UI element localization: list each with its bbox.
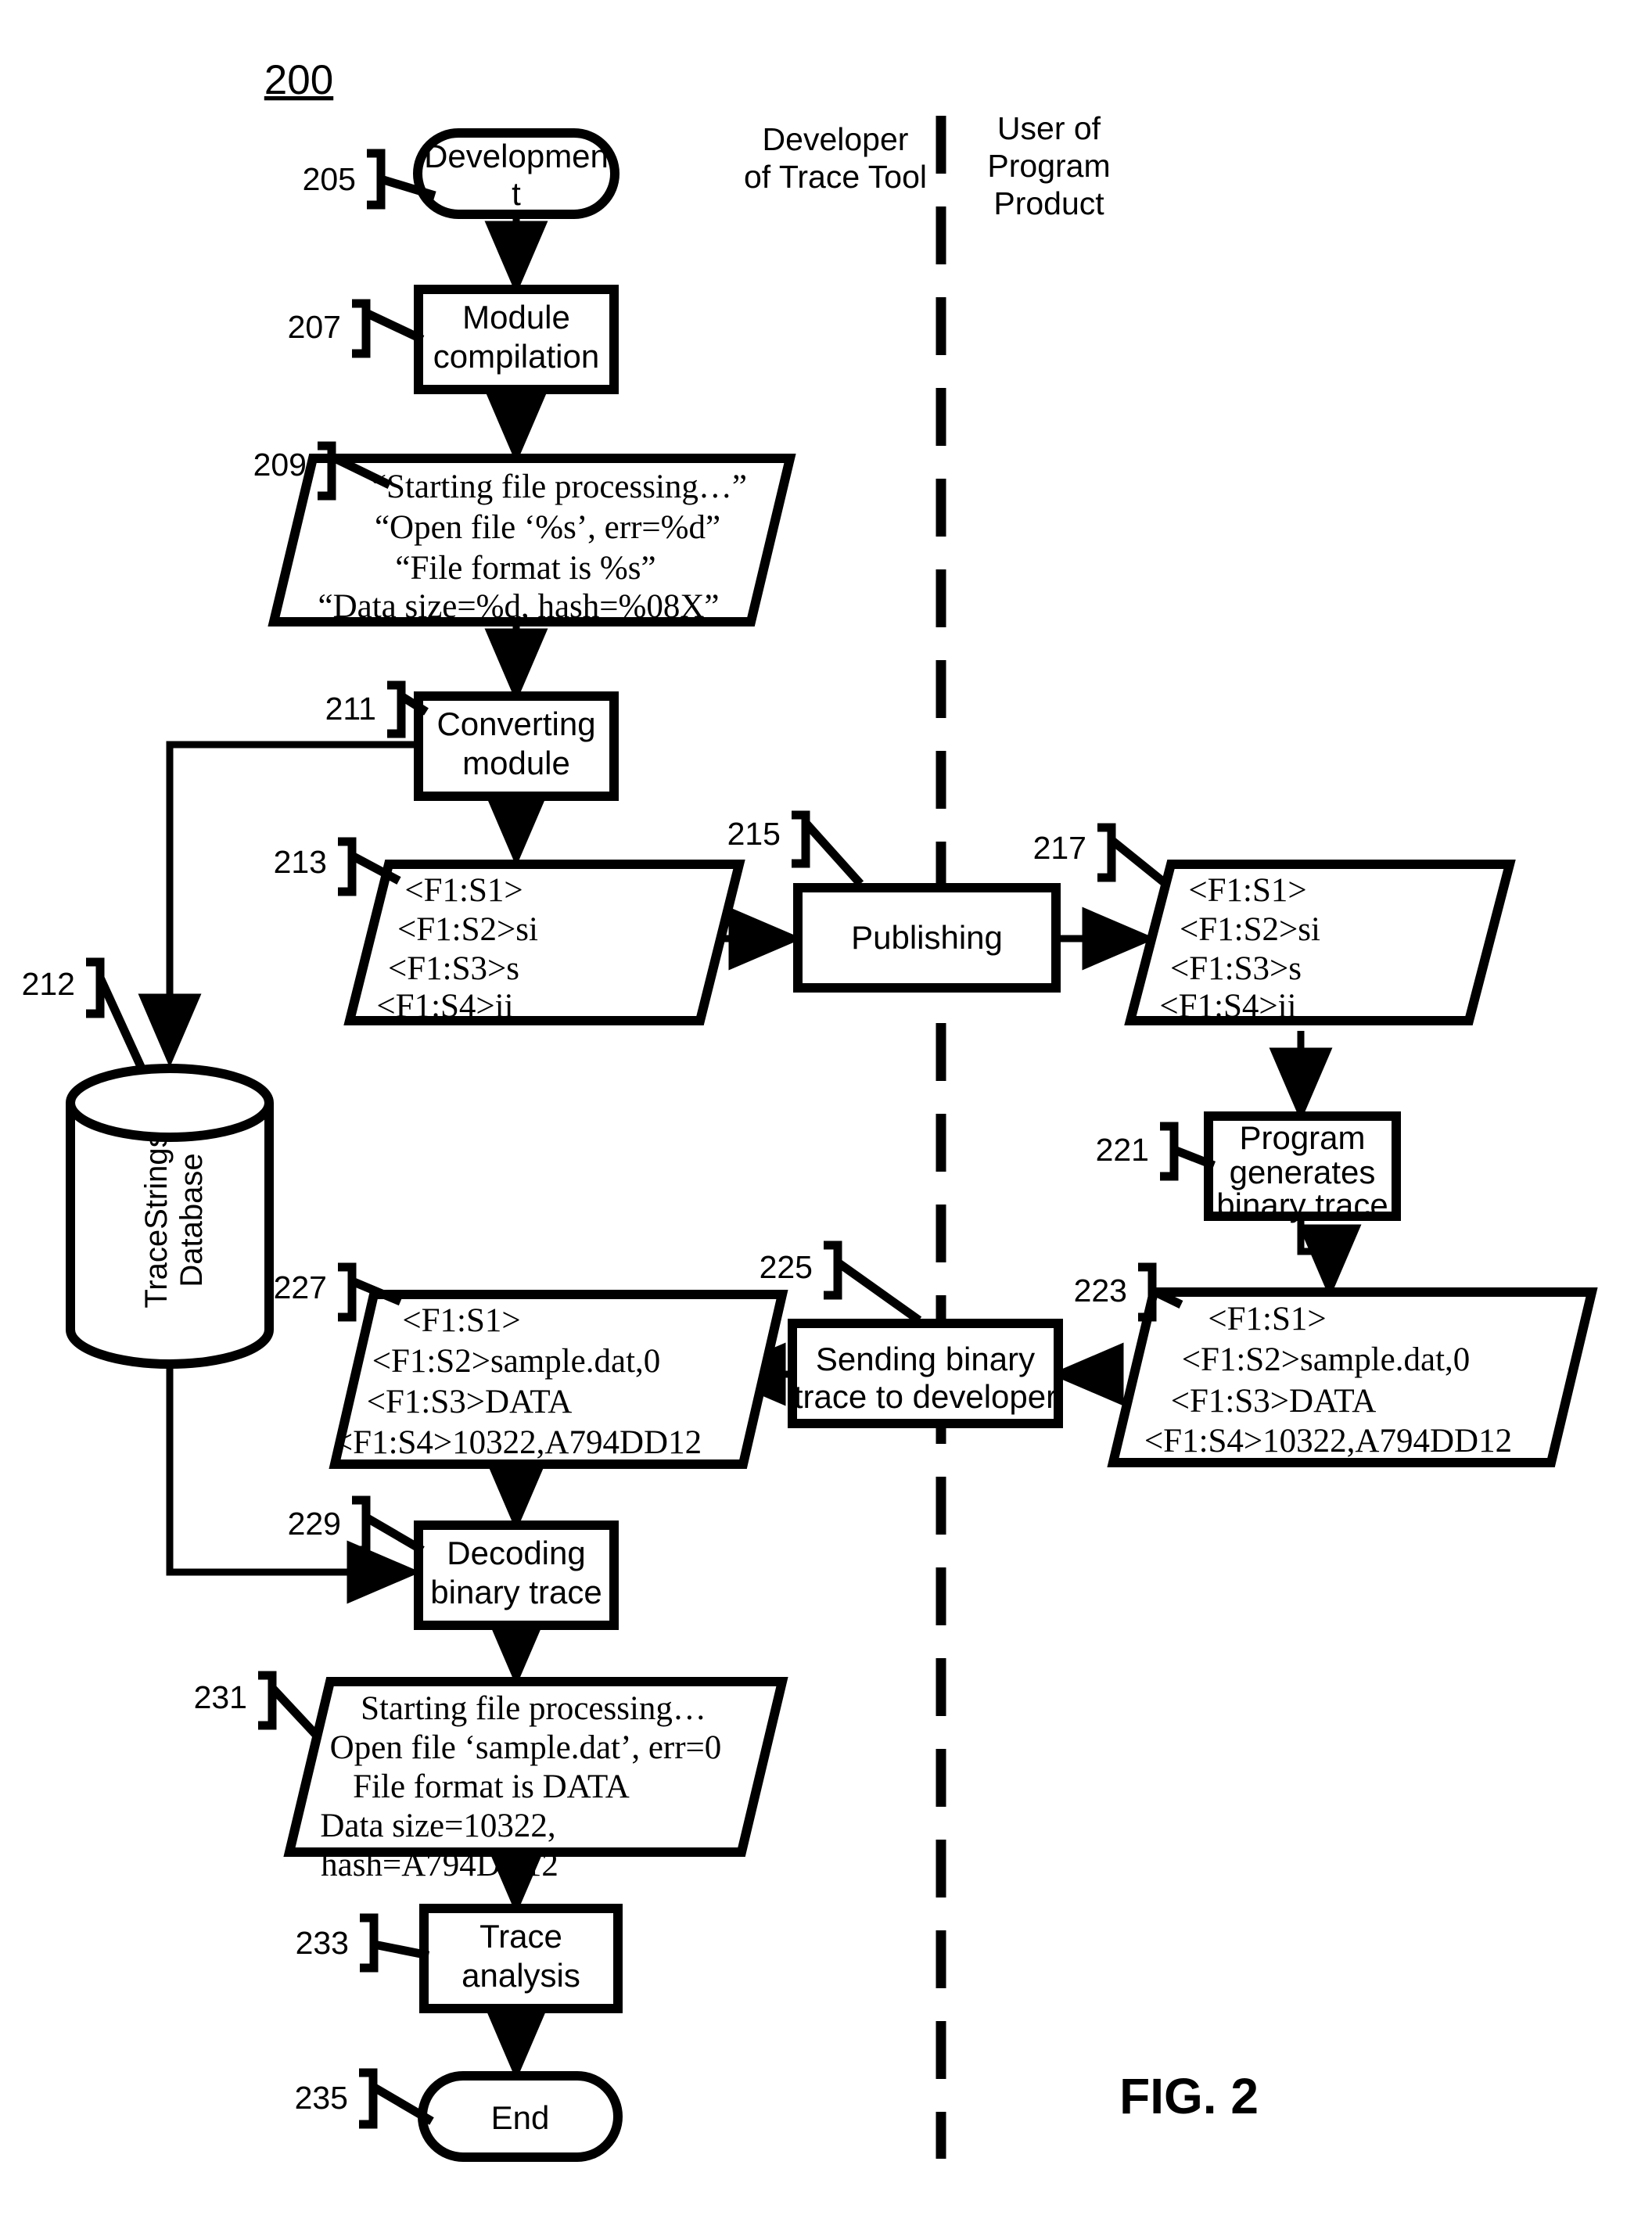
node-217-line3: <F1:S3>s xyxy=(1170,950,1302,987)
node-213-encoded-strings[interactable]: <F1:S1> <F1:S2>si <F1:S3>s <F1:S4>ii xyxy=(343,860,745,1025)
node-217-line2: <F1:S2>si xyxy=(1180,911,1320,948)
ref-callout-211: 211 xyxy=(325,680,429,738)
node-225-label-line1: Sending binary xyxy=(816,1341,1035,1377)
node-217-line1: <F1:S1> xyxy=(1188,872,1306,909)
swimlane-label-developer: Developer of Trace Tool xyxy=(744,121,927,195)
node-211-converting-module[interactable]: Converting module xyxy=(414,691,619,801)
ref-number-212: 212 xyxy=(22,966,75,1002)
node-233-trace-analysis[interactable]: Trace analysis xyxy=(419,1904,623,2013)
node-225-label-line2: trace to developer xyxy=(794,1378,1057,1415)
ref-number-217: 217 xyxy=(1033,830,1086,866)
ref-number-211: 211 xyxy=(325,691,376,727)
node-209-line3: “File format is %s” xyxy=(395,550,655,587)
node-235-label: End xyxy=(491,2099,550,2136)
swimlane-right-line1: User of xyxy=(997,110,1101,146)
node-223-line3: <F1:S3>DATA xyxy=(1171,1383,1377,1420)
node-231-line3: File format is DATA xyxy=(353,1768,630,1805)
node-233-label-line2: analysis xyxy=(461,1957,580,1994)
ref-callout-221: 221 xyxy=(1096,1122,1216,1181)
node-209-line1: “Starting file processing…” xyxy=(372,469,747,505)
ref-callout-233: 233 xyxy=(296,1913,430,1973)
node-221-label-line3: binary trace xyxy=(1216,1187,1388,1223)
figure-number-label: 200 xyxy=(264,57,333,103)
node-215-label: Publishing xyxy=(851,919,1003,956)
flowchart-svg: Developmen t 205 Module compilation 207 … xyxy=(22,57,1598,2162)
swimlane-label-user: User of Program Product xyxy=(987,110,1110,221)
ref-callout-215: 215 xyxy=(727,810,864,887)
node-223-line2: <F1:S2>sample.dat,0 xyxy=(1182,1341,1471,1378)
node-213-line3: <F1:S3>s xyxy=(388,950,519,987)
node-209-line4: “Data size=%d, hash=%08X” xyxy=(318,588,720,625)
ref-callout-235: 235 xyxy=(295,2068,434,2129)
node-229-decoding-binary-trace[interactable]: Decoding binary trace xyxy=(414,1521,619,1630)
node-231-line2: Open file ‘sample.dat’, err=0 xyxy=(330,1729,722,1766)
node-205-label-line1: Developmen xyxy=(424,138,609,174)
node-221-label-line1: Program xyxy=(1239,1119,1365,1156)
edge-221-223 xyxy=(1297,1216,1362,1298)
node-231-line5: hash=A794DD12 xyxy=(321,1847,558,1883)
ref-callout-229: 229 xyxy=(288,1495,425,1555)
node-235-end[interactable]: End xyxy=(418,2071,623,2162)
node-207-label-line1: Module xyxy=(462,299,570,336)
swimlane-right-line3: Product xyxy=(993,185,1104,221)
ref-number-231: 231 xyxy=(194,1679,247,1715)
ref-callout-231: 231 xyxy=(194,1671,320,1738)
node-227-line1: <F1:S1> xyxy=(402,1302,520,1339)
node-209-line2: “Open file ‘%s’, err=%d” xyxy=(375,509,720,546)
ref-number-221: 221 xyxy=(1096,1132,1149,1168)
figure-caption: FIG. 2 xyxy=(1119,2068,1259,2124)
node-227-line2: <F1:S2>sample.dat,0 xyxy=(372,1343,661,1380)
node-213-line1: <F1:S1> xyxy=(404,872,523,909)
node-227-line3: <F1:S3>DATA xyxy=(367,1384,573,1420)
ref-number-213: 213 xyxy=(274,844,327,880)
node-217-published-strings[interactable]: <F1:S1> <F1:S2>si <F1:S3>s <F1:S4>ii xyxy=(1124,860,1516,1025)
ref-number-223: 223 xyxy=(1074,1273,1127,1309)
node-229-label-line2: binary trace xyxy=(430,1574,602,1610)
node-221-label-line2: generates xyxy=(1230,1154,1376,1190)
node-223-line4: <F1:S4>10322,A794DD12 xyxy=(1144,1423,1512,1459)
node-211-label-line2: module xyxy=(462,745,570,781)
node-215-publishing[interactable]: Publishing xyxy=(793,883,1061,993)
ref-callout-207: 207 xyxy=(288,299,425,358)
ref-number-207: 207 xyxy=(288,309,341,345)
swimlane-left-line2: of Trace Tool xyxy=(744,159,927,195)
node-227-line4: <F1:S4>10322,A794DD12 xyxy=(334,1424,702,1461)
swimlane-left-line1: Developer xyxy=(763,121,909,157)
node-221-program-generates-binary-trace[interactable]: Program generates binary trace xyxy=(1204,1111,1401,1223)
node-207-label-line2: compilation xyxy=(433,338,599,375)
ref-number-225: 225 xyxy=(760,1249,813,1285)
node-213-line4: <F1:S4>ii xyxy=(376,988,513,1025)
ref-number-233: 233 xyxy=(296,1925,349,1961)
node-231-decoded-trace-output[interactable]: Starting file processing… Open file ‘sam… xyxy=(283,1677,788,1883)
node-212-label-line1: TraceStrings xyxy=(139,1132,174,1308)
ref-callout-217: 217 xyxy=(1033,823,1167,886)
node-205-label-line2: t xyxy=(512,175,521,212)
node-223-line1: <F1:S1> xyxy=(1208,1301,1326,1337)
node-225-sending-binary-trace[interactable]: Sending binary trace to developer xyxy=(788,1319,1063,1428)
ref-number-229: 229 xyxy=(288,1506,341,1542)
node-227-received-binary-trace[interactable]: <F1:S1> <F1:S2>sample.dat,0 <F1:S3>DATA … xyxy=(329,1290,788,1469)
ref-callout-212: 212 xyxy=(22,957,147,1072)
node-213-line2: <F1:S2>si xyxy=(397,911,538,948)
swimlane-right-line2: Program xyxy=(987,148,1110,184)
node-212-label-line2: Database xyxy=(174,1153,209,1287)
ref-number-205: 205 xyxy=(303,161,356,197)
node-207-module-compilation[interactable]: Module compilation xyxy=(414,285,619,394)
figure-canvas: Developmen t 205 Module compilation 207 … xyxy=(0,0,1652,2226)
node-231-line4: Data size=10322, xyxy=(320,1808,555,1844)
node-231-line1: Starting file processing… xyxy=(361,1690,706,1727)
ref-number-235: 235 xyxy=(295,2080,348,2116)
node-229-label-line1: Decoding xyxy=(447,1535,585,1571)
node-205-development[interactable]: Developmen t xyxy=(413,128,620,219)
node-217-line4: <F1:S4>ii xyxy=(1159,988,1296,1025)
node-233-label-line1: Trace xyxy=(479,1918,562,1955)
node-209-trace-format-strings[interactable]: “Starting file processing…” “Open file ‘… xyxy=(268,454,796,627)
ref-number-209: 209 xyxy=(253,447,307,483)
ref-number-215: 215 xyxy=(727,816,781,852)
ref-number-227: 227 xyxy=(274,1269,327,1305)
node-212-tracestrings-database[interactable]: TraceStrings Database xyxy=(66,1064,274,1369)
node-223-binary-trace[interactable]: <F1:S1> <F1:S2>sample.dat,0 <F1:S3>DATA … xyxy=(1107,1287,1598,1467)
node-211-label-line1: Converting xyxy=(436,705,595,742)
